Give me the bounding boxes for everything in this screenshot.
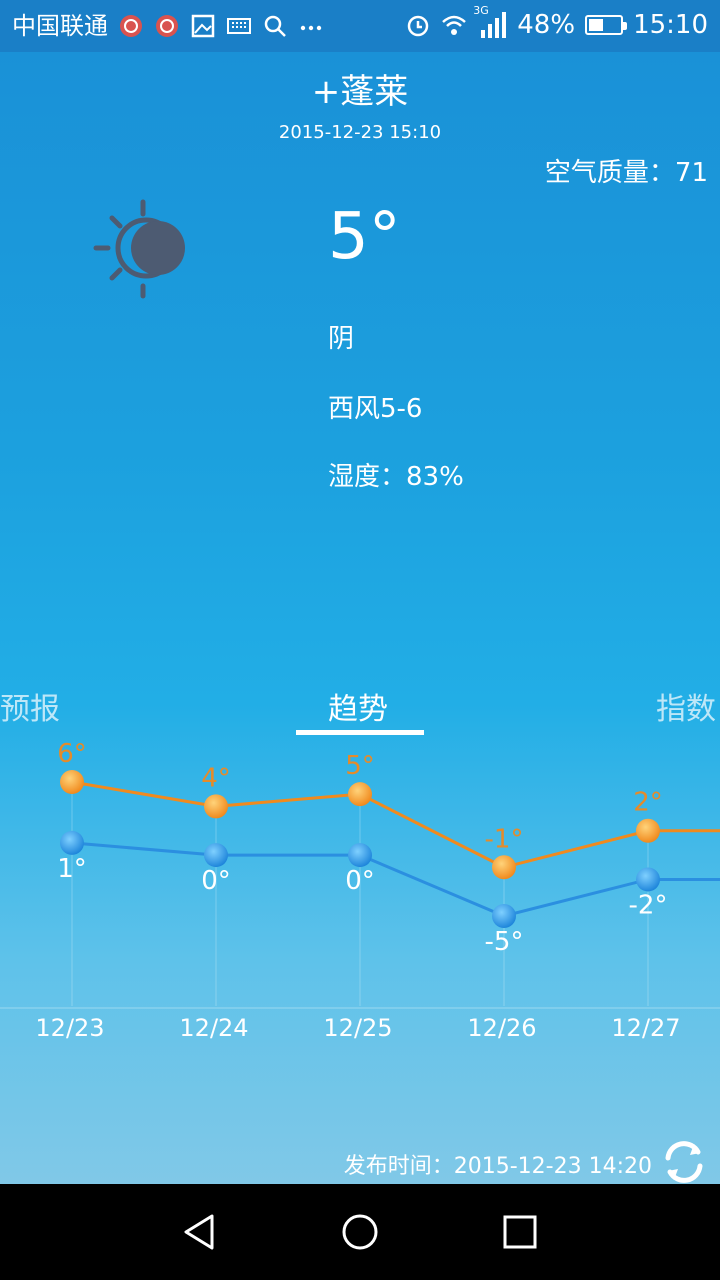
low-temp-label: 0° [345,866,375,896]
current-wind: 西风5-6 [328,394,423,424]
low-temp-point [492,904,516,928]
navigation-bar [0,1184,720,1280]
carrier-name: 中国联通 [12,12,108,40]
low-temp-point [348,843,372,868]
low-temp-label: 1° [57,854,87,884]
date-tick-label: 12/23 [35,1014,104,1042]
date-tick-label: 12/24 [179,1014,248,1042]
high-temp-point [492,855,516,880]
app-badge-icon [120,15,142,37]
status-right: 3G 48% 15:10 [405,4,708,40]
signal-icon: 3G [473,4,507,40]
high-temp-point [204,794,228,819]
app-badge-icon [156,15,178,37]
refresh-icon[interactable] [658,1136,710,1188]
alarm-icon [408,15,429,37]
high-temp-label: -1° [485,824,524,854]
current-condition: 阴 [328,324,355,354]
status-bar: 中国联通 3G 48% 15:10 [0,0,720,52]
clock: 15:10 [633,10,708,40]
battery-icon [585,15,628,35]
search-icon [264,15,286,37]
low-temp-line [71,841,720,918]
low-temp-point [204,843,228,868]
battery-percent: 48% [517,10,576,40]
air-quality: 空气质量：71 [544,158,708,188]
wifi-icon [442,15,467,35]
battery-cap [623,22,628,30]
city-name: 蓬莱 [340,72,409,112]
keyboard-icon [227,18,251,34]
high-temp-point [60,770,84,794]
battery-fill [589,19,604,31]
update-datetime: 2015-12-23 15:10 [278,122,442,143]
network-type: 3G [473,4,489,17]
cloudy-sun-icon [93,199,185,299]
high-temp-label: 2° [633,788,663,818]
current-temperature: 5° [328,200,401,274]
low-temp-label: -5° [485,927,524,957]
status-left: 中国联通 [12,10,324,42]
high-temp-point [636,818,660,843]
low-temp-label: -2° [629,890,668,920]
date-tick-label: 12/25 [323,1014,392,1042]
city-title[interactable]: +蓬莱 [0,64,720,113]
temperature-trend-chart: 6° 4° 5° -1° 2° 1° 0° 0° -5° -2° 12/23 12/24 12/25 12… [0,739,720,1042]
more-icon [300,25,322,31]
add-city-icon[interactable]: + [312,72,341,112]
tab-indicator [296,730,424,735]
current-humidity: 湿度：83% [328,462,464,492]
high-temp-label: 6° [57,739,87,769]
low-temp-label: 0° [201,866,231,896]
release-time: 发布时间：2015-12-23 14:20 [343,1154,652,1179]
high-temp-label: 5° [345,751,375,781]
low-temp-point [636,867,660,892]
low-temp-point [60,830,84,855]
tab-trend[interactable]: 趋势 [328,684,388,728]
date-tick-label: 12/27 [611,1014,680,1042]
tab-forecast[interactable]: 预报 [0,684,60,728]
date-tick-label: 12/26 [467,1014,536,1042]
high-temp-point [348,782,372,807]
high-temp-line [71,780,720,869]
tab-index[interactable]: 指数 [656,684,716,728]
image-icon [191,14,215,38]
high-temp-label: 4° [201,763,231,793]
home-icon[interactable] [336,1208,384,1256]
back-icon[interactable] [176,1208,224,1256]
recent-apps-icon[interactable] [496,1208,544,1256]
weather-screen: 中国联通 3G 48% 15:10 +蓬莱 2015-12-23 15:10 空… [0,0,720,1280]
